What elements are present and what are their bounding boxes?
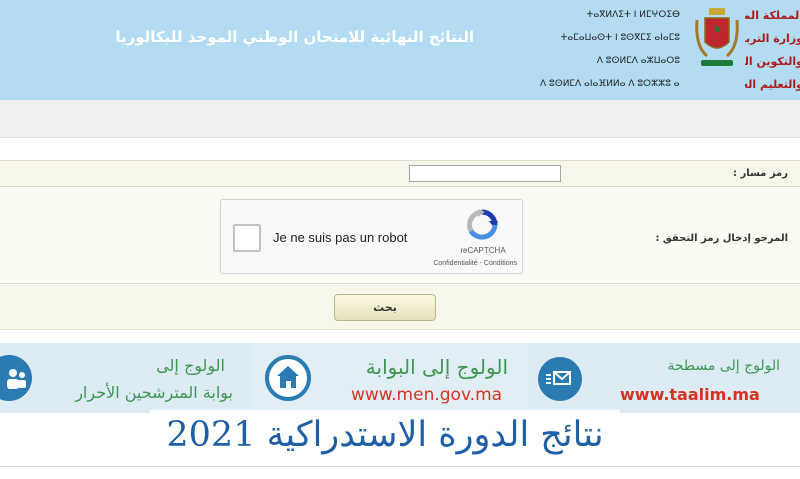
search-button[interactable]: بحث bbox=[334, 294, 436, 321]
free-portal-line1: الولوج إلى bbox=[156, 356, 225, 375]
tifinagh-line: ⴷ ⵓⵙⵍⵎⴷ ⴰⵣⵡⴰⵔⵓ bbox=[596, 56, 680, 66]
massar-label: رمز مسار : bbox=[732, 168, 788, 179]
session-results-title: نتائج الدورة الاستدراكية 2021 bbox=[150, 410, 620, 460]
captcha-label: المرجو إدخال رمز التحقق : bbox=[655, 233, 788, 244]
coat-of-arms-icon bbox=[695, 8, 739, 66]
nav-band bbox=[0, 100, 800, 138]
ministry-line: والتكوين المهني bbox=[745, 55, 800, 68]
free-candidates-portal-link[interactable]: الولوج إلى بوابة المترشحين الأحرار bbox=[0, 343, 253, 413]
ministry-line: المملكة المغربية bbox=[745, 9, 800, 22]
users-icon bbox=[0, 355, 32, 401]
men-portal-link[interactable]: الولوج إلى البوابة www.men.gov.ma bbox=[253, 343, 528, 413]
ministry-name-tifinagh: ⵜⴰⴳⵍⴷⵉⵜ ⵏ ⵍⵎⵖⵔⵉⴱ ⵜⴰⵎⴰⵡⴰⵙⵜ ⵏ ⵓⵙⴳⵎⵉ ⴰⵏⴰⵎⵓ … bbox=[540, 4, 680, 96]
tifinagh-line: ⵜⴰⴳⵍⴷⵉⵜ ⵏ ⵍⵎⵖⵔⵉⴱ bbox=[586, 10, 680, 20]
tifinagh-line: ⴷ ⵓⵙⵍⵎⴷ ⴰⵏⴰⴼⵍⵍⴰ ⴷ ⵓⵔⵣⵣⵓ ⴰⵎⵓⵙⵙⵏ bbox=[540, 79, 680, 89]
home-icon bbox=[265, 355, 311, 401]
taalim-line1: الولوج إلى مسطحة bbox=[667, 358, 780, 374]
taalim-url: www.taalim.ma bbox=[620, 385, 760, 404]
recaptcha-brand: reCAPTCHA bbox=[460, 246, 506, 255]
ministry-name-arabic: المملكة المغربية وزارة التربية الوطنية و… bbox=[745, 4, 800, 96]
captcha-row: المرجو إدخال رمز التحقق : Je ne suis pas… bbox=[0, 188, 800, 284]
results-form: رمز مسار : المرجو إدخال رمز التحقق : Je … bbox=[0, 160, 800, 330]
taalim-platform-link[interactable]: الولوج إلى مسطحة www.taalim.ma bbox=[528, 343, 800, 413]
portal-banner: الولوج إلى بوابة المترشحين الأحرار الولو… bbox=[0, 343, 800, 413]
massar-input[interactable] bbox=[409, 165, 561, 182]
recaptcha-widget: Je ne suis pas un robot reCAPTCHA Confid… bbox=[220, 199, 523, 274]
men-portal-line1: الولوج إلى البوابة bbox=[365, 355, 508, 379]
submit-row: بحث bbox=[0, 285, 800, 330]
tifinagh-line: ⵜⴰⵎⴰⵡⴰⵙⵜ ⵏ ⵓⵙⴳⵎⵉ ⴰⵏⴰⵎⵓ bbox=[560, 33, 680, 43]
envelope-icon bbox=[538, 357, 582, 401]
page-header: المملكة المغربية وزارة التربية الوطنية و… bbox=[0, 0, 800, 100]
men-portal-url: www.men.gov.ma bbox=[351, 385, 503, 405]
recaptcha-links[interactable]: Confidentialité - Conditions bbox=[407, 260, 517, 267]
recaptcha-logo-icon bbox=[467, 209, 498, 240]
recaptcha-checkbox-label: Je ne suis pas un robot bbox=[273, 230, 408, 245]
page-title: النتائج النهائية للامتحان الوطني الموحد … bbox=[115, 28, 474, 46]
ministry-line: وزارة التربية الوطنية bbox=[745, 32, 800, 45]
free-portal-line2: بوابة المترشحين الأحرار bbox=[75, 383, 233, 402]
recaptcha-checkbox[interactable] bbox=[233, 224, 261, 252]
bottom-divider bbox=[0, 466, 800, 467]
ministry-line: والتعليم العالي والبحث العلمي bbox=[745, 78, 800, 91]
massar-row: رمز مسار : bbox=[0, 161, 800, 187]
